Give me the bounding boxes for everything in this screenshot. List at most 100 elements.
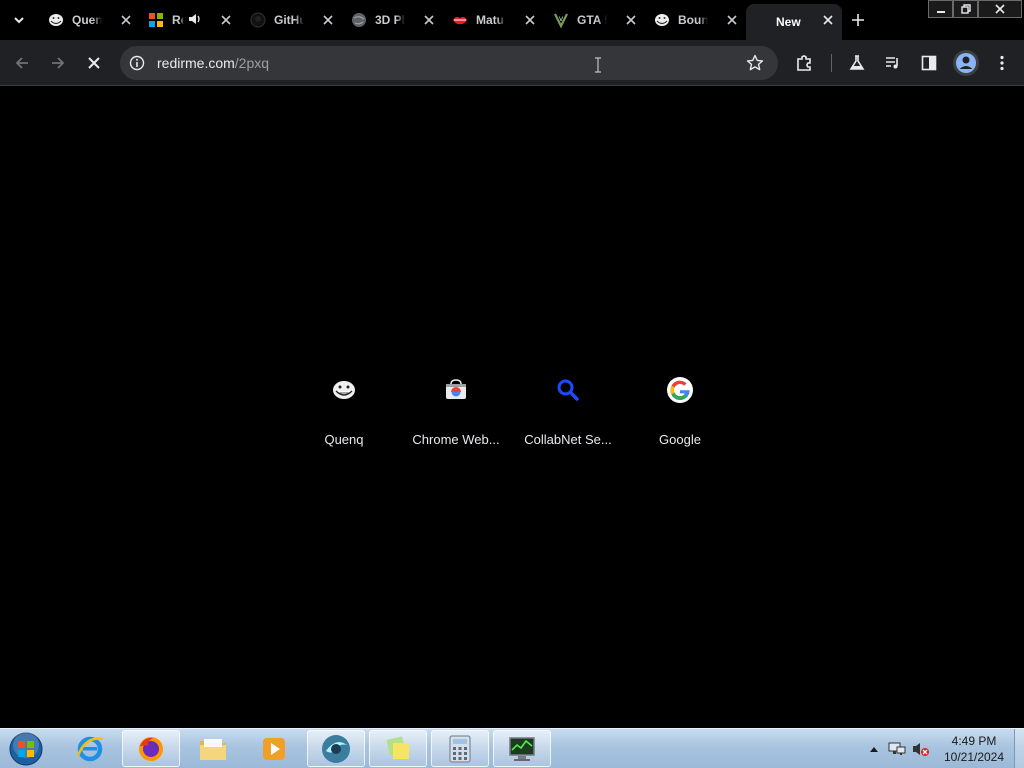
minimize-icon xyxy=(936,11,945,13)
chevron-down-icon xyxy=(14,17,24,24)
sticky-notes-icon xyxy=(386,736,409,759)
shortcut-icon-holder xyxy=(544,366,592,414)
url-path: /2pxq xyxy=(234,55,270,71)
shortcut-tile[interactable]: Google xyxy=(624,360,736,456)
taskbar-firefox[interactable] xyxy=(122,730,180,767)
close-icon xyxy=(995,4,1005,14)
url-host: redirme.com xyxy=(157,55,235,71)
taskbar-file-explorer[interactable] xyxy=(184,730,242,767)
toolbar: redirme.com/2pxq xyxy=(0,40,1024,86)
clock-date: 10/21/2024 xyxy=(943,750,1005,764)
tab-github[interactable]: GitHu xyxy=(242,6,342,34)
clock-time: 4:49 PM xyxy=(951,734,997,748)
troll-face-icon xyxy=(654,12,670,28)
gta-icon: V xyxy=(553,12,569,28)
minimize-button[interactable] xyxy=(928,0,953,18)
tab-title: GTA 5 xyxy=(577,13,607,27)
lips-icon xyxy=(452,12,468,28)
side-panel-button[interactable] xyxy=(917,51,941,75)
shortcut-label: Chrome Web... xyxy=(412,432,500,447)
show-hidden-icons-button[interactable] xyxy=(866,746,882,752)
taskbar-clock[interactable]: 4:49 PM 10/21/2024 xyxy=(938,733,1010,765)
internet-explorer-icon xyxy=(76,736,104,761)
calculator-icon xyxy=(449,735,471,762)
tab-re[interactable]: Re xyxy=(140,6,240,34)
volume-muted-icon[interactable] xyxy=(912,741,930,757)
tab-boun[interactable]: Boun xyxy=(646,6,746,34)
close-tab-icon[interactable] xyxy=(320,12,336,28)
windows-start-orb-icon xyxy=(9,732,43,766)
taskbar-calculator[interactable] xyxy=(431,730,489,767)
profile-avatar-button[interactable] xyxy=(953,50,979,76)
bookmark-star-icon[interactable] xyxy=(746,54,764,72)
shortcut-tile[interactable]: CollabNet Se... xyxy=(512,360,624,456)
close-tab-icon[interactable] xyxy=(724,12,740,28)
shortcut-icon-holder xyxy=(432,366,480,414)
restore-button[interactable] xyxy=(953,0,978,18)
tab-title: Matu xyxy=(476,13,504,27)
system-tray xyxy=(866,729,930,768)
taskbar-browser-app[interactable] xyxy=(307,730,365,767)
stop-loading-button[interactable] xyxy=(82,51,106,75)
text-cursor-icon xyxy=(595,57,601,73)
media-player-icon xyxy=(263,737,285,760)
tab-quen[interactable]: Quen xyxy=(40,6,140,34)
flask-icon xyxy=(849,55,865,70)
tab-title: Re xyxy=(172,13,184,27)
tab-gta[interactable]: V GTA 5 xyxy=(545,6,645,34)
chrome-web-store-icon xyxy=(446,379,466,399)
browser-menu-button[interactable] xyxy=(990,51,1014,75)
taskbar: 4:49 PM 10/21/2024 xyxy=(0,728,1024,768)
github-icon xyxy=(250,12,266,28)
tab-search-button[interactable] xyxy=(8,10,30,30)
toolbar-divider xyxy=(831,54,832,72)
forward-button[interactable] xyxy=(46,51,70,75)
tab-title: Quen xyxy=(72,13,102,27)
extensions-button[interactable] xyxy=(792,51,816,75)
close-tab-icon[interactable] xyxy=(820,12,836,28)
tab-title: Boun xyxy=(678,13,708,27)
omnibox[interactable]: redirme.com/2pxq xyxy=(120,46,778,80)
file-explorer-icon xyxy=(200,738,226,760)
system-monitor-icon xyxy=(509,736,535,761)
taskbar-sticky-notes[interactable] xyxy=(369,730,427,767)
google-g-icon xyxy=(670,380,690,400)
start-button[interactable] xyxy=(6,731,46,767)
tab-new-tab[interactable]: New xyxy=(746,4,842,40)
kebab-menu-icon xyxy=(1000,55,1004,71)
tab-3d[interactable]: 3D Pl xyxy=(343,6,443,34)
shortcut-tile[interactable]: Chrome Web... xyxy=(400,360,512,456)
close-tab-icon[interactable] xyxy=(218,12,234,28)
browser-app-icon xyxy=(322,734,350,763)
speaker-icon[interactable] xyxy=(188,12,202,31)
taskbar-media-player[interactable] xyxy=(245,730,303,767)
plus-icon xyxy=(852,14,864,26)
stop-x-icon xyxy=(88,57,100,69)
side-panel-icon xyxy=(921,55,937,71)
close-tab-icon[interactable] xyxy=(522,12,538,28)
profile-icon xyxy=(956,53,976,73)
labs-button[interactable] xyxy=(845,51,869,75)
show-desktop-button[interactable] xyxy=(1014,729,1024,768)
address-text[interactable]: redirme.com/2pxq xyxy=(157,55,269,71)
close-tab-icon[interactable] xyxy=(421,12,437,28)
tab-matu[interactable]: Matu xyxy=(444,6,544,34)
back-arrow-icon xyxy=(15,57,28,69)
chevron-up-icon xyxy=(870,747,878,752)
firefox-icon xyxy=(139,736,163,761)
shortcut-tile[interactable]: Quenq xyxy=(288,360,400,456)
magnifier-icon xyxy=(557,379,579,401)
forward-arrow-icon xyxy=(52,57,65,69)
network-status-icon[interactable] xyxy=(888,741,906,757)
taskbar-internet-explorer[interactable] xyxy=(61,730,119,767)
back-button[interactable] xyxy=(10,51,34,75)
taskbar-system-monitor[interactable] xyxy=(493,730,551,767)
close-window-button[interactable] xyxy=(978,0,1022,18)
close-tab-icon[interactable] xyxy=(623,12,639,28)
shortcut-label: Quenq xyxy=(324,432,364,447)
info-icon[interactable] xyxy=(129,55,145,71)
media-controls-button[interactable] xyxy=(881,51,905,75)
new-tab-button[interactable] xyxy=(848,10,868,30)
close-tab-icon[interactable] xyxy=(118,12,134,28)
tab-title: 3D Pl xyxy=(375,13,405,27)
